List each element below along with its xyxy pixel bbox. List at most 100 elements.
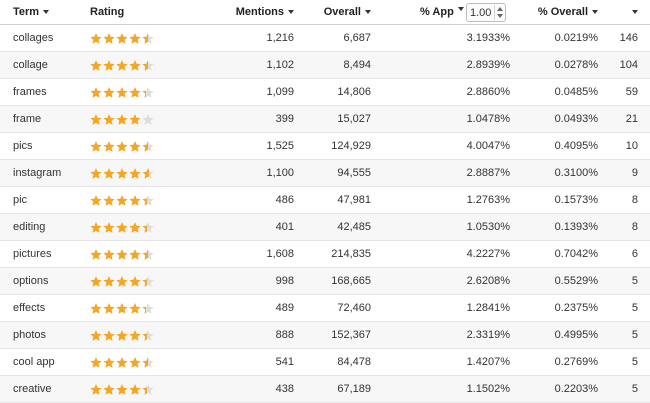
rank-column-header[interactable] — [628, 0, 638, 24]
pct-app-value: 2.8887% — [466, 167, 510, 179]
overall-cell: 15,027 — [337, 106, 371, 132]
overall-value: 47,981 — [337, 194, 371, 206]
star-icon — [129, 113, 141, 126]
caret-down-icon — [457, 7, 464, 11]
star-icon — [129, 248, 141, 261]
rating-column-header[interactable]: Rating — [90, 0, 124, 24]
table-row[interactable]: collages 1,216 6,687 3.1933% 0.0219% 146 — [0, 25, 650, 52]
pct-app-cell: 1.0530% — [467, 214, 510, 240]
pct-overall-value: 0.0493% — [554, 113, 598, 125]
star-icon — [103, 167, 115, 180]
rating-cell — [90, 241, 155, 267]
pct-app-cell: 2.8939% — [467, 52, 510, 78]
pct-overall-cell: 0.0485% — [555, 79, 598, 105]
star-rating — [90, 52, 155, 78]
overall-cell: 214,835 — [331, 241, 371, 267]
table-row[interactable]: pictures 1,608 214,835 4.2227% 0.7042% 6 — [0, 241, 650, 268]
table-row[interactable]: instagram 1,100 94,555 2.8887% 0.3100% 9 — [0, 160, 650, 187]
star-icon — [90, 194, 102, 207]
rank-cell: 5 — [632, 349, 638, 375]
star-icon — [129, 59, 141, 72]
mentions-value: 401 — [275, 221, 294, 233]
app-multiplier-stepper[interactable] — [466, 3, 506, 22]
pct-overall-value: 0.0485% — [554, 86, 598, 98]
term-text: frame — [13, 113, 42, 125]
star-icon — [129, 167, 141, 180]
pct-app-cell: 4.0047% — [467, 133, 510, 159]
rank-value: 6 — [631, 248, 638, 260]
star-icon — [142, 329, 154, 342]
rank-value: 5 — [631, 275, 638, 287]
star-icon — [103, 32, 115, 45]
rating-cell — [90, 295, 155, 321]
table-row[interactable]: options 998 168,665 2.6208% 0.5529% 5 — [0, 268, 650, 295]
decrement-icon[interactable] — [496, 14, 503, 19]
overall-value: 15,027 — [337, 113, 371, 125]
pct-app-value: 3.1933% — [466, 32, 510, 44]
rank-cell: 59 — [626, 79, 638, 105]
star-icon — [116, 275, 128, 288]
mentions-cell: 438 — [276, 376, 294, 402]
mentions-cell: 1,102 — [266, 52, 294, 78]
star-icon — [90, 167, 102, 180]
mentions-header-label: Mentions — [235, 6, 284, 18]
term-header-label: Term — [13, 6, 40, 18]
rank-cell: 104 — [620, 52, 638, 78]
table-row[interactable]: creative 438 67,189 1.1502% 0.2203% 5 — [0, 376, 650, 403]
table-row[interactable]: effects 489 72,460 1.2841% 0.2375% 5 — [0, 295, 650, 322]
rank-cell: 146 — [620, 25, 638, 51]
star-rating — [90, 349, 155, 375]
pct-overall-column-header[interactable]: % Overall — [538, 0, 598, 24]
pct-app-column-header[interactable]: % App — [420, 0, 464, 24]
rating-cell — [90, 52, 155, 78]
overall-column-header[interactable]: Overall — [324, 0, 371, 24]
pct-overall-value: 0.3100% — [554, 167, 598, 179]
rank-value: 5 — [631, 356, 638, 368]
pct-app-value: 1.1502% — [466, 383, 510, 395]
term-text: pictures — [13, 248, 52, 260]
mentions-value: 1,102 — [266, 59, 294, 71]
term-cell: frames — [13, 79, 47, 105]
table-row[interactable]: collage 1,102 8,494 2.8939% 0.0278% 104 — [0, 52, 650, 79]
table-row[interactable]: pic 486 47,981 1.2763% 0.1573% 8 — [0, 187, 650, 214]
star-icon — [142, 167, 154, 180]
pct-overall-cell: 0.4995% — [555, 322, 598, 348]
rating-cell — [90, 268, 155, 294]
term-text: options — [13, 275, 49, 287]
star-icon — [129, 32, 141, 45]
table-row[interactable]: frame 399 15,027 1.0478% 0.0493% 21 — [0, 106, 650, 133]
star-icon — [116, 194, 128, 207]
star-icon — [142, 356, 154, 369]
star-icon — [142, 302, 154, 315]
star-rating — [90, 376, 155, 402]
increment-icon[interactable] — [496, 6, 503, 11]
star-icon — [129, 140, 141, 153]
mentions-cell: 486 — [276, 187, 294, 213]
term-text: frames — [13, 86, 47, 98]
rank-cell: 10 — [626, 133, 638, 159]
pct-app-value: 1.0478% — [466, 113, 510, 125]
pct-app-cell: 2.3319% — [467, 322, 510, 348]
rank-cell: 5 — [632, 322, 638, 348]
star-icon — [90, 86, 102, 99]
star-icon — [103, 140, 115, 153]
pct-overall-cell: 0.3100% — [555, 160, 598, 186]
stepper-arrows[interactable] — [494, 5, 504, 20]
term-cell: options — [13, 268, 48, 294]
table-row[interactable]: photos 888 152,367 2.3319% 0.4995% 5 — [0, 322, 650, 349]
star-icon — [103, 221, 115, 234]
overall-cell: 84,478 — [337, 349, 371, 375]
term-column-header[interactable]: Term — [13, 0, 50, 24]
app-multiplier-input[interactable] — [467, 6, 496, 19]
star-rating — [90, 25, 155, 51]
table-row[interactable]: editing 401 42,485 1.0530% 0.1393% 8 — [0, 214, 650, 241]
table-row[interactable]: cool app 541 84,478 1.4207% 0.2769% 5 — [0, 349, 650, 376]
pct-overall-cell: 0.2769% — [555, 349, 598, 375]
pct-app-cell: 1.4207% — [467, 349, 510, 375]
rating-cell — [90, 349, 155, 375]
star-icon — [90, 329, 102, 342]
table-row[interactable]: frames 1,099 14,806 2.8860% 0.0485% 59 — [0, 79, 650, 106]
mentions-column-header[interactable]: Mentions — [236, 0, 294, 24]
table-row[interactable]: pics 1,525 124,929 4.0047% 0.4095% 10 — [0, 133, 650, 160]
term-cell: creative — [13, 376, 52, 402]
